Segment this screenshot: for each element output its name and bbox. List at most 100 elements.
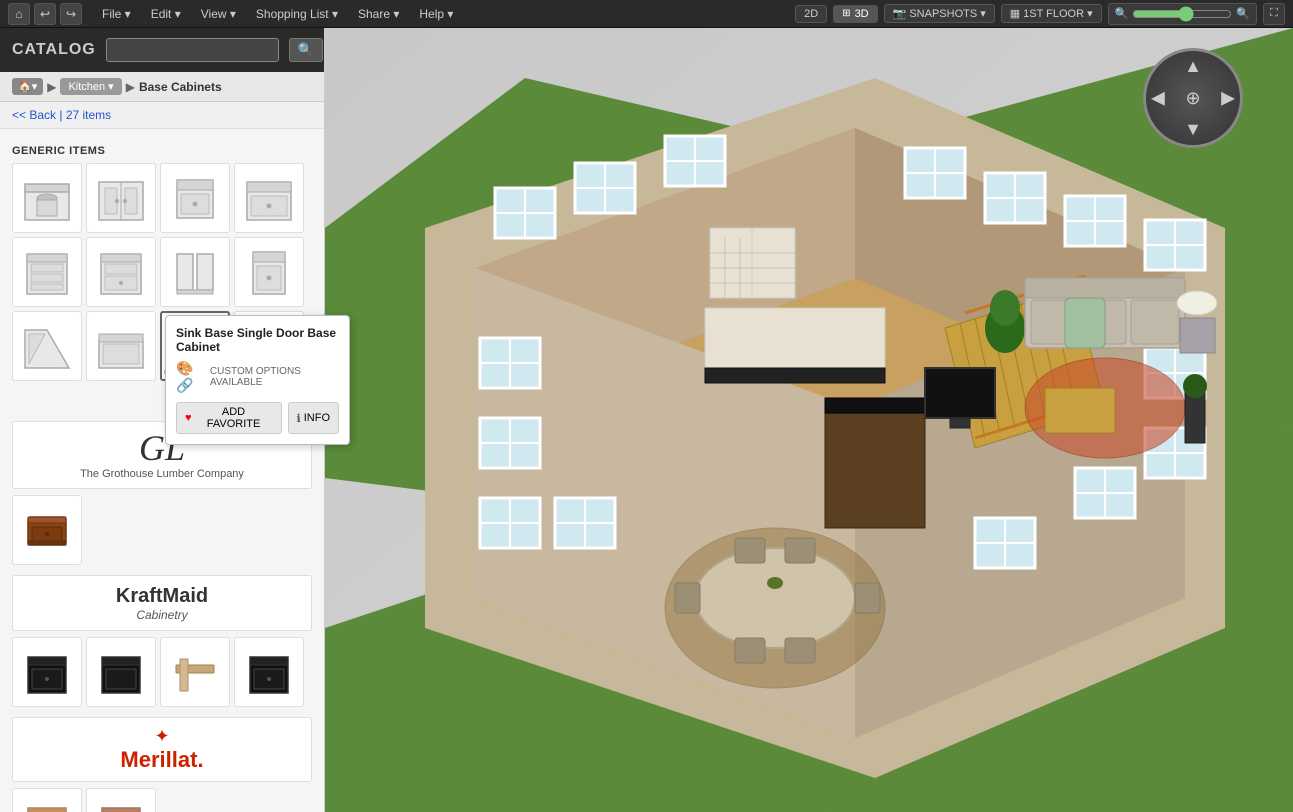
add-favorite-label: ADD FAVORITE bbox=[195, 406, 273, 430]
cabinet-svg-8 bbox=[243, 246, 295, 298]
merillat-items bbox=[12, 788, 312, 812]
info-label: INFO bbox=[304, 412, 324, 424]
toolbar-icons: ⌂ ↩ ↪ bbox=[8, 3, 82, 25]
item-4[interactable] bbox=[234, 163, 304, 233]
catalog-header: CATALOG 🔍 bbox=[0, 28, 324, 72]
breadcrumb: 🏠 ▾ ▶ Kitchen ▾ ▶ Base Cabinets bbox=[0, 72, 324, 102]
back-link[interactable]: << Back bbox=[12, 108, 56, 122]
zoom-in-icon[interactable]: 🔍 bbox=[1236, 7, 1250, 20]
item-9[interactable] bbox=[12, 311, 82, 381]
floor-icon: ▦ bbox=[1010, 7, 1020, 20]
menu-help[interactable]: Help ▾ bbox=[411, 5, 461, 23]
home-arrow: ▾ bbox=[32, 80, 38, 93]
tooltip-title: Sink Base Single Door Base Cabinet bbox=[176, 326, 324, 354]
item-3[interactable] bbox=[160, 163, 230, 233]
home-icon: 🏠 bbox=[18, 80, 32, 93]
cabinet-svg-2 bbox=[95, 172, 147, 224]
floor-arrow: ▾ bbox=[1087, 7, 1093, 20]
nav-left-arrow[interactable]: ◀ bbox=[1151, 88, 1165, 109]
breadcrumb-arrow-2: ▶ bbox=[126, 80, 135, 94]
kraftmaid-svg-2 bbox=[96, 647, 146, 697]
merillat-logo: Merillat. bbox=[21, 747, 303, 773]
kraftmaid-items bbox=[12, 637, 312, 707]
zoom-out-icon[interactable]: 🔍 bbox=[1115, 7, 1129, 20]
grothouse-items bbox=[12, 495, 312, 565]
menu-shopping-list[interactable]: Shopping List ▾ bbox=[248, 5, 346, 23]
tooltip-buttons: ♥ ADD FAVORITE ℹ INFO bbox=[176, 402, 324, 434]
search-input[interactable] bbox=[106, 38, 279, 62]
floor-label: 1ST FLOOR bbox=[1023, 8, 1084, 20]
nav-circle[interactable]: ▲ ▼ ◀ ▶ ⊕ bbox=[1143, 48, 1243, 148]
heart-icon: ♥ bbox=[185, 412, 192, 424]
cabinet-svg-5 bbox=[21, 246, 73, 298]
view-3d-label: 3D bbox=[855, 8, 869, 20]
catalog-title: CATALOG bbox=[12, 41, 96, 59]
breadcrumb-home[interactable]: 🏠 ▾ bbox=[12, 78, 43, 95]
nav-control[interactable]: ▲ ▼ ◀ ▶ ⊕ bbox=[1143, 48, 1243, 148]
item-10[interactable] bbox=[86, 311, 156, 381]
merillat-brand-area: ✦ Merillat. bbox=[12, 717, 312, 782]
snapshots-arrow: ▾ bbox=[980, 7, 986, 20]
add-favorite-button[interactable]: ♥ ADD FAVORITE bbox=[176, 402, 282, 434]
kraftmaid-item-1[interactable] bbox=[12, 637, 82, 707]
merillat-bird-icon: ✦ bbox=[21, 726, 303, 747]
snapshots-button[interactable]: 📷 SNAPSHOTS ▾ bbox=[884, 4, 995, 23]
view-2d-label: 2D bbox=[804, 8, 818, 20]
fullscreen-button[interactable]: ⛶ bbox=[1263, 3, 1285, 25]
camera-icon: 📷 bbox=[893, 7, 907, 20]
kraftmaid-svg-3 bbox=[170, 647, 220, 697]
kraftmaid-item-3[interactable] bbox=[160, 637, 230, 707]
cabinet-svg-1 bbox=[21, 172, 73, 224]
kraftmaid-brand-area: KraftMaid Cabinetry bbox=[12, 575, 312, 631]
kraftmaid-item-4[interactable] bbox=[234, 637, 304, 707]
info-button[interactable]: ℹ INFO bbox=[288, 402, 324, 434]
view-2d-button[interactable]: 2D bbox=[795, 5, 827, 23]
floor-button[interactable]: ▦ 1ST FLOOR ▾ bbox=[1001, 4, 1102, 23]
view-area[interactable]: ▲ ▼ ◀ ▶ ⊕ bbox=[325, 28, 1293, 812]
nav-down-arrow[interactable]: ▼ bbox=[1184, 119, 1202, 140]
custom-icons: 🎨🔗 bbox=[176, 360, 207, 394]
merillat-item-2[interactable] bbox=[86, 788, 156, 812]
kitchen-label: Kitchen bbox=[68, 81, 105, 93]
sidebar: CATALOG 🔍 🏠 ▾ ▶ Kitchen ▾ ▶ Base Cabinet… bbox=[0, 28, 325, 812]
view-3d-button[interactable]: ⊞ 3D bbox=[833, 5, 877, 23]
item-7[interactable] bbox=[160, 237, 230, 307]
menu-edit[interactable]: Edit ▾ bbox=[143, 5, 189, 23]
kraftmaid-logo: KraftMaid bbox=[21, 584, 303, 608]
kraftmaid-tagline: Cabinetry bbox=[21, 608, 303, 622]
redo-icon[interactable]: ↪ bbox=[60, 3, 82, 25]
menu-view[interactable]: View ▾ bbox=[193, 5, 244, 23]
grothouse-item-1[interactable] bbox=[12, 495, 82, 565]
merillat-svg-2 bbox=[96, 798, 146, 812]
menu-share[interactable]: Share ▾ bbox=[350, 5, 407, 23]
menu-file[interactable]: File ▾ bbox=[94, 5, 139, 23]
search-button[interactable]: 🔍 bbox=[289, 38, 323, 62]
nav-up-arrow[interactable]: ▲ bbox=[1184, 56, 1202, 77]
merillat-svg-1 bbox=[22, 798, 72, 812]
tooltip-popup: Sink Base Single Door Base Cabinet 🎨🔗 CU… bbox=[165, 315, 324, 445]
merillat-item-1[interactable] bbox=[12, 788, 82, 812]
item-6[interactable] bbox=[86, 237, 156, 307]
custom-label: CUSTOM OPTIONS AVAILABLE bbox=[210, 366, 324, 388]
undo-icon[interactable]: ↩ bbox=[34, 3, 56, 25]
nav-center-icon[interactable]: ⊕ bbox=[1185, 88, 1200, 109]
home-icon[interactable]: ⌂ bbox=[8, 3, 30, 25]
kraftmaid-item-2[interactable] bbox=[86, 637, 156, 707]
cabinet-svg-6 bbox=[95, 246, 147, 298]
cabinet-svg-4 bbox=[243, 172, 295, 224]
snapshots-label: SNAPSHOTS bbox=[909, 8, 977, 20]
item-2[interactable] bbox=[86, 163, 156, 233]
cabinet-svg-10 bbox=[95, 320, 147, 372]
items-count: | 27 items bbox=[59, 108, 111, 122]
nav-right-arrow[interactable]: ▶ bbox=[1221, 88, 1235, 109]
breadcrumb-arrow-1: ▶ bbox=[47, 80, 56, 94]
kraftmaid-svg-4 bbox=[244, 647, 294, 697]
scroll-area[interactable]: GENERIC ITEMS bbox=[0, 129, 324, 812]
item-5[interactable] bbox=[12, 237, 82, 307]
main-layout: CATALOG 🔍 🏠 ▾ ▶ Kitchen ▾ ▶ Base Cabinet… bbox=[0, 28, 1293, 812]
breadcrumb-kitchen[interactable]: Kitchen ▾ bbox=[60, 78, 121, 95]
cabinet-svg-9 bbox=[21, 320, 73, 372]
item-8[interactable] bbox=[234, 237, 304, 307]
zoom-slider[interactable] bbox=[1132, 6, 1232, 22]
item-1[interactable] bbox=[12, 163, 82, 233]
